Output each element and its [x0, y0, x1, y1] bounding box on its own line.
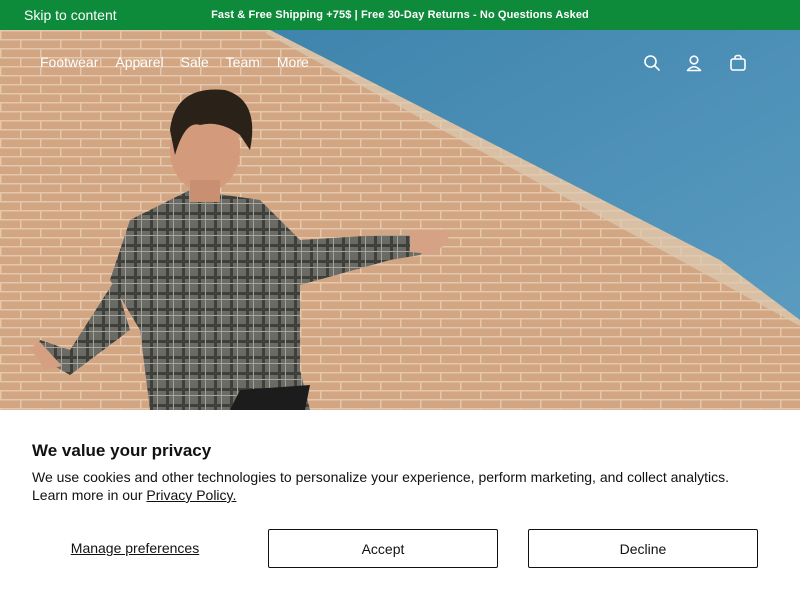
account-icon[interactable]	[683, 52, 705, 74]
nav-item-team[interactable]: Team	[226, 54, 260, 70]
nav-item-more[interactable]: More	[277, 54, 309, 70]
privacy-policy-link[interactable]: Privacy Policy.	[146, 487, 236, 503]
accept-button[interactable]: Accept	[268, 529, 498, 568]
search-icon[interactable]	[641, 52, 663, 74]
announcement-bar: Skip to content Fast & Free Shipping +75…	[0, 0, 800, 30]
consent-text: We use cookies and other technologies to…	[32, 468, 762, 504]
nav-item-sale[interactable]: Sale	[181, 54, 209, 70]
hero-image	[0, 30, 800, 410]
shipping-announcement: Fast & Free Shipping +75$ | Free 30-Day …	[211, 9, 589, 21]
manage-preferences-link[interactable]: Manage preferences	[20, 529, 250, 567]
consent-body: We use cookies and other technologies to…	[32, 469, 730, 503]
consent-title: We value your privacy	[32, 441, 212, 460]
main-nav: Footwear Apparel Sale Team More	[40, 54, 309, 70]
nav-item-apparel[interactable]: Apparel	[115, 54, 163, 70]
hero-illustration	[0, 30, 800, 410]
cart-icon[interactable]	[727, 52, 749, 74]
cookie-consent-banner: We value your privacy We use cookies and…	[0, 410, 800, 600]
decline-button[interactable]: Decline	[528, 529, 758, 568]
nav-item-footwear[interactable]: Footwear	[40, 54, 98, 70]
